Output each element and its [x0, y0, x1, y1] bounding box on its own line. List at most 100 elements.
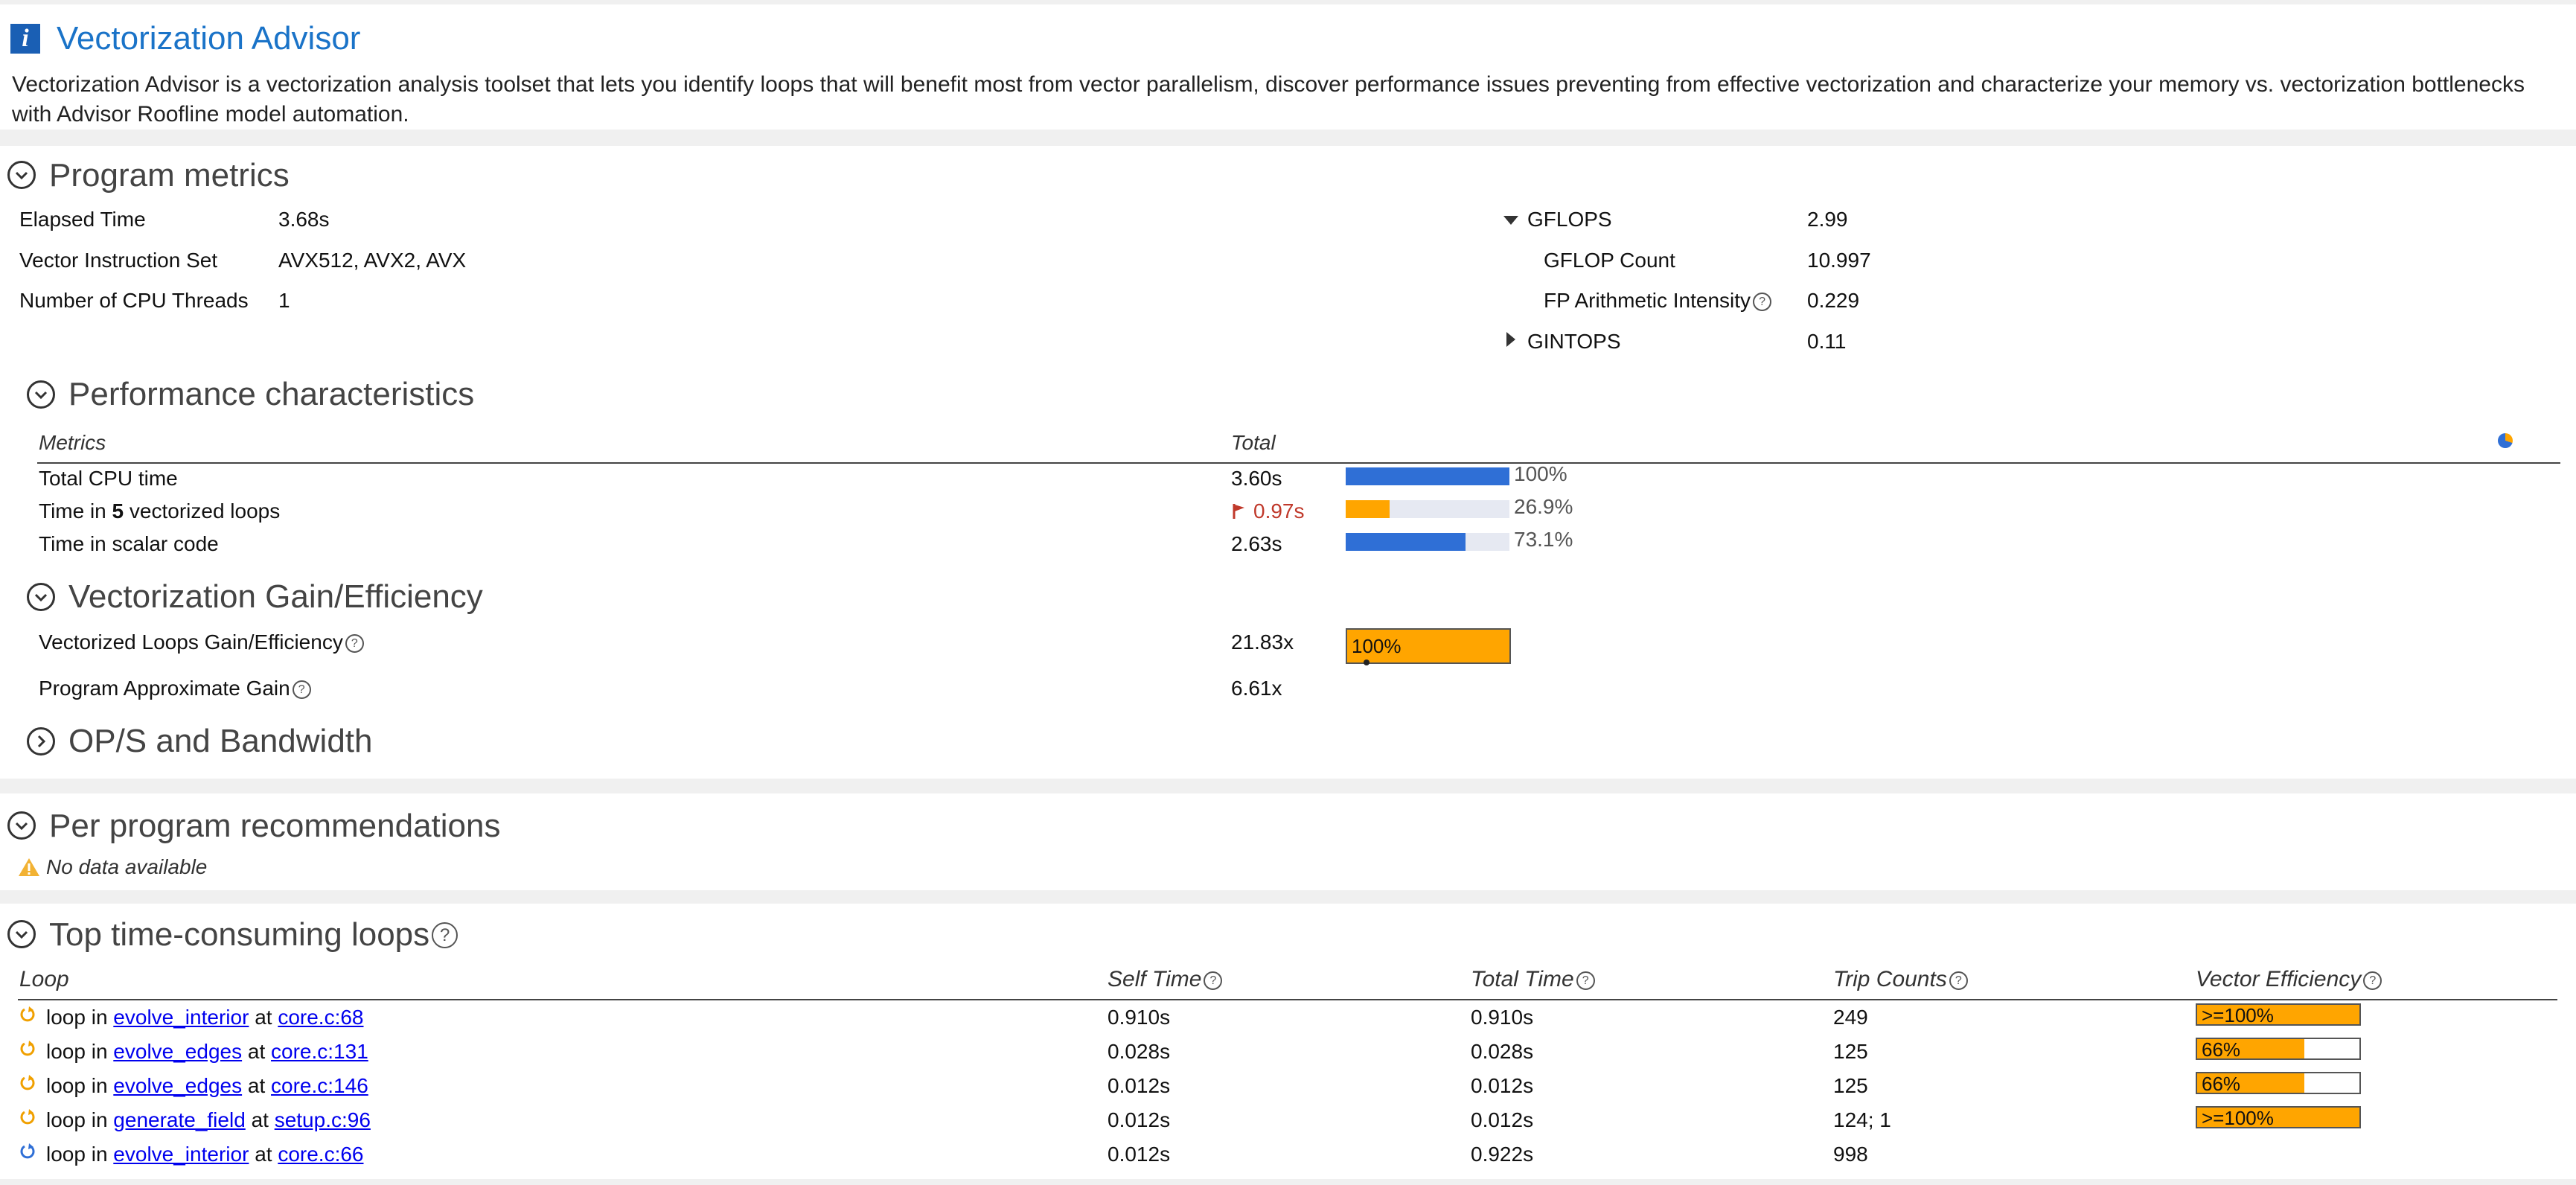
loop-cell: loop in evolve_interior at core.c:66: [46, 1143, 364, 1166]
perf-row-value: 3.60s: [1231, 467, 1282, 490]
source-link[interactable]: core.c:146: [271, 1074, 368, 1097]
trip-counts-cell: 998: [1833, 1143, 1868, 1166]
total-time-cell: 0.012s: [1471, 1108, 1534, 1131]
perf-bar: [1346, 467, 1509, 485]
source-link[interactable]: core.c:68: [278, 1006, 363, 1029]
gflops-value: 2.99: [1807, 208, 1848, 231]
collapse-icon[interactable]: [27, 583, 55, 611]
perf-bar-percent: 100%: [1514, 462, 1567, 485]
perf-row-value: 0.97s: [1253, 499, 1305, 523]
metric-label: Vector Instruction Set: [19, 249, 218, 272]
help-icon[interactable]: ?: [1576, 971, 1595, 990]
perf-bar-percent: 26.9%: [1514, 495, 1573, 518]
metric-label: Number of CPU Threads: [19, 289, 249, 312]
vector-efficiency-label: 66%: [2202, 1038, 2241, 1061]
program-metrics-panel: Program metrics Elapsed Time 3.68s Vecto…: [0, 146, 2576, 779]
expand-triangle-right-icon[interactable]: [1506, 332, 1515, 347]
help-icon[interactable]: ?: [1204, 971, 1223, 990]
vector-efficiency-bar: 66%: [2196, 1038, 2361, 1060]
marker-dot: [1364, 659, 1370, 665]
ops-bandwidth-heading: OP/S and Bandwidth: [68, 723, 373, 759]
metric-label: Elapsed Time: [19, 208, 146, 231]
loop-cell: loop in evolve_edges at core.c:146: [46, 1074, 368, 1097]
total-time-cell: 0.012s: [1471, 1074, 1534, 1097]
top-loops-heading: Top time-consuming loops?: [49, 916, 458, 954]
gflop-count-label: GFLOP Count: [1544, 249, 1675, 272]
info-icon: i: [10, 24, 40, 54]
gain-row-label: Vectorized Loops Gain/Efficiency?: [39, 630, 364, 655]
loop-icon: [20, 1041, 35, 1056]
expand-triangle-down-icon[interactable]: [1503, 216, 1518, 225]
loop-cell: loop in generate_field at setup.c:96: [46, 1108, 371, 1131]
help-icon[interactable]: ?: [432, 922, 458, 948]
source-link[interactable]: core.c:131: [271, 1040, 368, 1063]
self-time-cell: 0.028s: [1108, 1040, 1171, 1063]
total-time-cell: 0.922s: [1471, 1143, 1534, 1166]
collapse-icon[interactable]: [7, 161, 36, 189]
gain-row-value: 6.61x: [1231, 677, 1282, 700]
column-header-loop[interactable]: Loop: [19, 966, 69, 993]
help-icon[interactable]: ?: [1949, 971, 1968, 990]
pie-chart-icon[interactable]: [2498, 433, 2513, 448]
function-link[interactable]: evolve_edges: [113, 1040, 242, 1063]
self-time-cell: 0.012s: [1108, 1143, 1171, 1166]
column-header-vector-efficiency[interactable]: Vector Efficiency?: [2196, 966, 2382, 993]
gintops-value: 0.11: [1807, 330, 1847, 353]
source-link[interactable]: setup.c:96: [275, 1108, 371, 1131]
function-link[interactable]: generate_field: [113, 1108, 245, 1131]
help-icon[interactable]: ?: [1753, 293, 1772, 311]
collapse-icon[interactable]: [27, 380, 55, 409]
help-icon[interactable]: ?: [292, 680, 311, 699]
collapse-icon[interactable]: [7, 811, 36, 840]
function-link[interactable]: evolve_edges: [113, 1074, 242, 1097]
help-icon[interactable]: ?: [345, 634, 364, 653]
loop-icon: [20, 1075, 35, 1090]
gain-row-label: Program Approximate Gain?: [39, 676, 311, 701]
program-metrics-heading: Program metrics: [49, 157, 290, 194]
total-time-cell: 0.028s: [1471, 1040, 1534, 1063]
top-loops-panel: Top time-consuming loops? Loop Self Time…: [0, 904, 2576, 1179]
total-time-cell: 0.910s: [1471, 1006, 1534, 1029]
column-header-self-time[interactable]: Self Time?: [1108, 966, 1223, 993]
efficiency-bar: 100%: [1346, 628, 1511, 665]
trip-counts-cell: 125: [1833, 1074, 1868, 1097]
performance-heading: Performance characteristics: [68, 376, 475, 412]
vector-efficiency-label: >=100%: [2202, 1107, 2274, 1129]
table-divider: [37, 462, 2560, 464]
loop-cell: loop in evolve_edges at core.c:131: [46, 1040, 368, 1063]
perf-bar-percent: 73.1%: [1514, 528, 1573, 551]
source-link[interactable]: core.c:66: [278, 1143, 363, 1166]
metric-value: AVX512, AVX2, AVX: [278, 249, 467, 272]
vector-efficiency-label: >=100%: [2202, 1004, 2274, 1026]
vector-efficiency-bar: 66%: [2196, 1072, 2361, 1094]
fp-intensity-label: FP Arithmetic Intensity?: [1544, 288, 1772, 313]
page-description: Vectorization Advisor is a vectorization…: [12, 72, 2525, 127]
vector-efficiency-label: 66%: [2202, 1073, 2241, 1095]
self-time-cell: 0.012s: [1108, 1074, 1171, 1097]
no-data-text: No data available: [46, 855, 208, 878]
gain-row-value: 21.83x: [1231, 630, 1294, 654]
perf-bar: [1346, 533, 1509, 551]
collapse-icon[interactable]: [7, 920, 36, 948]
metric-value: 3.68s: [278, 208, 330, 231]
perf-row-label: Total CPU time: [39, 467, 178, 490]
help-icon[interactable]: ?: [2363, 971, 2382, 990]
perf-bar-fill: [1346, 467, 1509, 485]
loop-icon: [20, 1006, 35, 1022]
loop-icon: [20, 1143, 35, 1159]
perf-bar-fill: [1346, 533, 1466, 551]
column-header-trip-counts[interactable]: Trip Counts?: [1833, 966, 1968, 993]
recommendations-panel: Per program recommendations No data avai…: [0, 793, 2576, 890]
vector-efficiency-bar: >=100%: [2196, 1003, 2361, 1026]
vectorization-gain-heading: Vectorization Gain/Efficiency: [68, 578, 483, 615]
recommendations-heading: Per program recommendations: [49, 808, 501, 844]
trip-counts-cell: 249: [1833, 1006, 1868, 1029]
perf-row-label: Time in 5 vectorized loops: [39, 499, 281, 523]
expand-icon[interactable]: [27, 727, 55, 756]
trip-counts-cell: 124; 1: [1833, 1108, 1891, 1131]
function-link[interactable]: evolve_interior: [113, 1006, 249, 1029]
column-header-total-time[interactable]: Total Time?: [1471, 966, 1595, 993]
column-header-metrics: Metrics: [39, 431, 106, 454]
function-link[interactable]: evolve_interior: [113, 1143, 249, 1166]
gflop-count-value: 10.997: [1807, 249, 1871, 272]
